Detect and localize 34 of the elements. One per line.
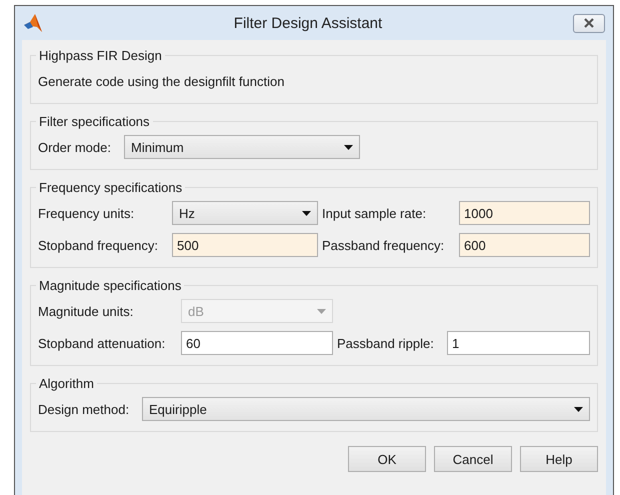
- section-title: Filter specifications: [38, 114, 151, 129]
- input-field[interactable]: 600: [459, 233, 590, 257]
- close-icon: [583, 18, 595, 28]
- close-button[interactable]: [573, 14, 605, 32]
- dialog-button[interactable]: OK: [348, 446, 426, 472]
- caret-icon: [574, 406, 583, 412]
- input-field[interactable]: 1: [447, 331, 590, 355]
- dialog-button[interactable]: Cancel: [434, 446, 512, 472]
- input-field[interactable]: 500: [172, 233, 318, 257]
- logo-icon: [23, 14, 43, 32]
- caret-icon: [317, 308, 326, 314]
- field-label: Frequency units:: [38, 206, 136, 220]
- field-label: Passband frequency:: [322, 238, 446, 252]
- window-title: Filter Design Assistant: [232, 14, 384, 32]
- section-title: Algorithm: [38, 376, 95, 391]
- field-label: Input sample rate:: [322, 206, 428, 220]
- dropdown[interactable]: Minimum: [124, 135, 360, 159]
- field-label: Order mode:: [38, 140, 112, 154]
- field-label: Passband ripple:: [337, 336, 435, 350]
- section-title: Highpass FIR Design: [38, 48, 163, 63]
- dropdown[interactable]: Hz: [172, 201, 318, 225]
- dropdown[interactable]: Equiripple: [142, 397, 590, 421]
- field-label: Design method:: [38, 402, 130, 416]
- caret-icon: [344, 144, 353, 150]
- input-field[interactable]: 60: [181, 331, 333, 355]
- field-label: Stopband frequency:: [38, 238, 159, 252]
- field-label: Magnitude units:: [38, 304, 134, 318]
- description-text: Generate code using the designfilt function: [38, 72, 286, 91]
- field-label: Stopband attenuation:: [38, 336, 166, 350]
- caret-icon: [302, 210, 311, 216]
- section-title: Magnitude specifications: [38, 278, 182, 293]
- input-field[interactable]: 1000: [459, 201, 590, 225]
- dialog-button[interactable]: Help: [520, 446, 598, 472]
- section-title: Frequency specifications: [38, 180, 184, 195]
